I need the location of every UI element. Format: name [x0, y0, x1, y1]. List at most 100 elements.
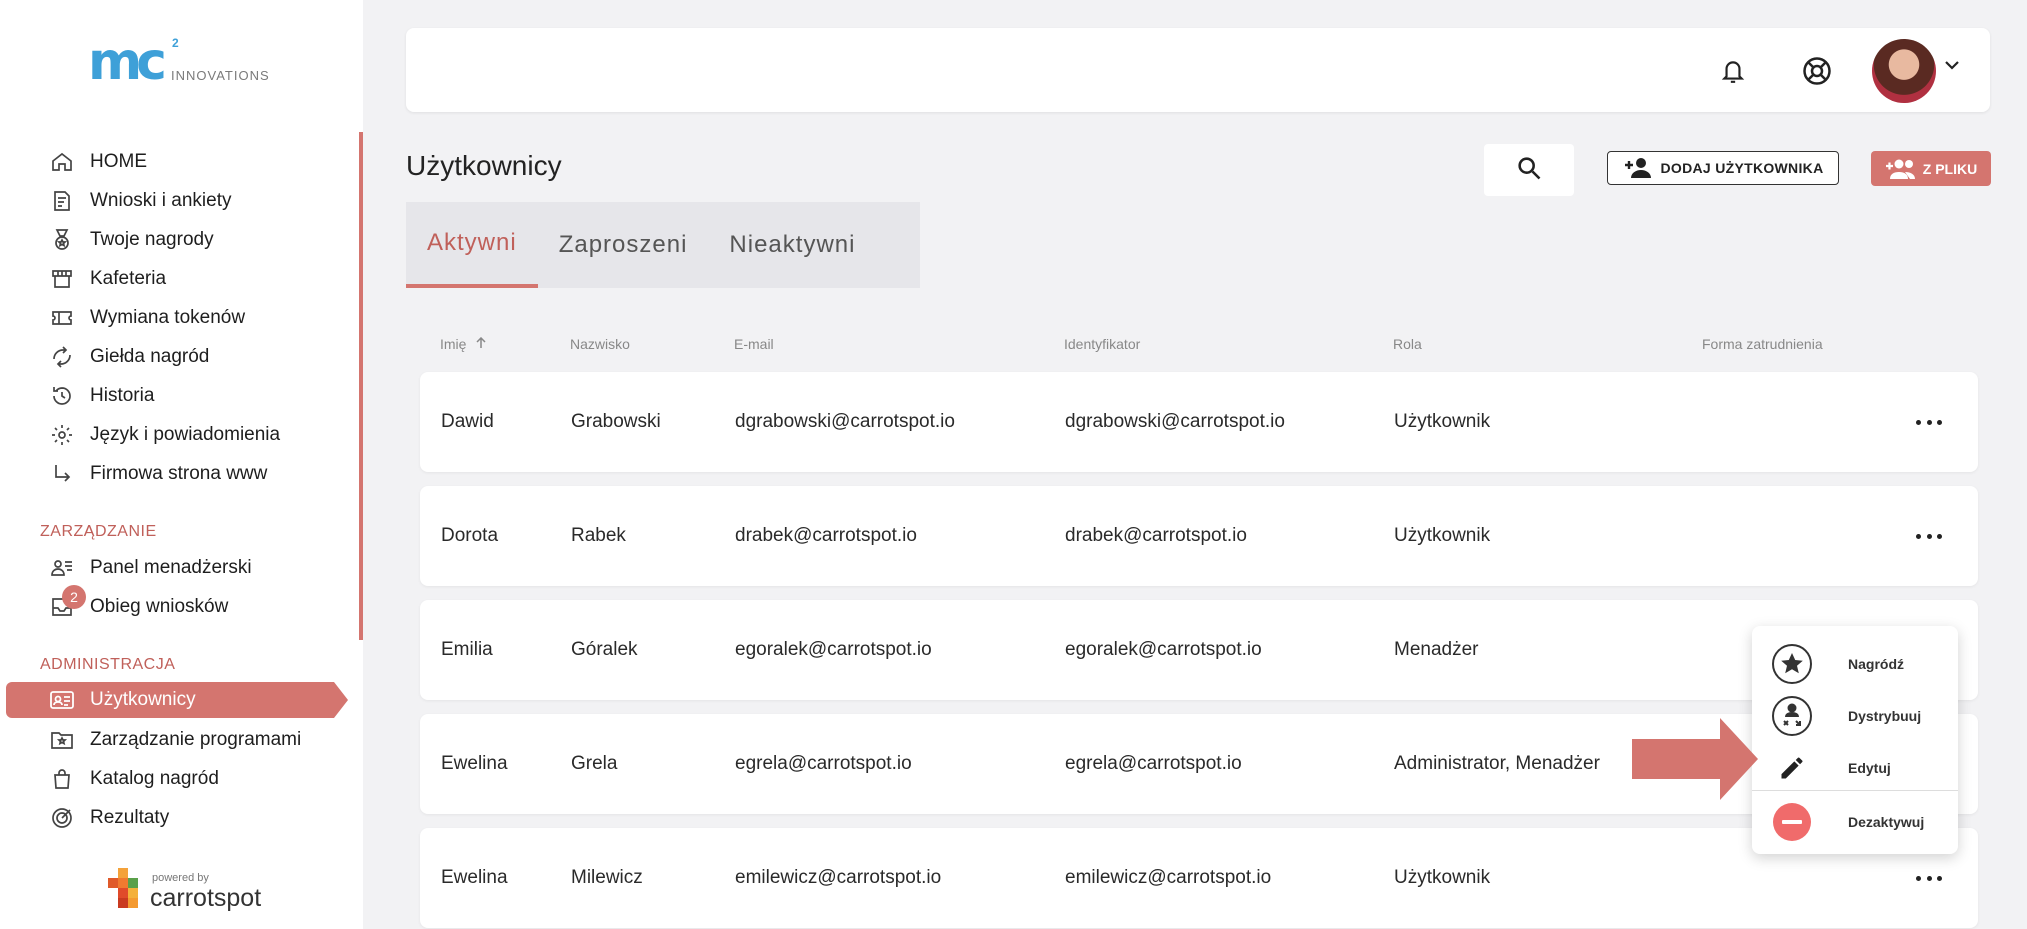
more-options-icon[interactable] — [1916, 868, 1942, 888]
menu-item-deactivate[interactable]: Dezaktywuj — [1752, 798, 1958, 846]
cell-identifier: egrela@carrotspot.io — [1065, 753, 1242, 774]
cell-email: drabek@carrotspot.io — [735, 525, 917, 546]
cell-role: Menadżer — [1394, 639, 1479, 660]
sidebar-item-label: Rezultaty — [90, 807, 170, 828]
user-avatar[interactable] — [1872, 39, 1936, 103]
sidebar-item-label: Użytkownicy — [90, 689, 196, 710]
form-icon — [48, 187, 76, 215]
cell-first-name: Emilia — [441, 639, 493, 660]
tab-invited[interactable]: Zaproszeni — [538, 202, 709, 288]
manager-icon — [48, 554, 76, 582]
more-options-icon[interactable] — [1916, 526, 1942, 546]
menu-divider — [1752, 790, 1958, 791]
column-header-employment[interactable]: Forma zatrudnienia — [1702, 336, 1823, 352]
sidebar-item-label: Historia — [90, 385, 155, 406]
company-logo[interactable]: mc 2 INNOVATIONS — [88, 34, 288, 90]
exchange-icon — [48, 343, 76, 371]
cell-identifier: dgrabowski@carrotspot.io — [1065, 411, 1285, 432]
sidebar-item-label: Wymiana tokenów — [90, 307, 246, 328]
page-title: Użytkownicy — [406, 150, 562, 181]
cell-first-name: Dorota — [441, 525, 499, 546]
cell-last-name: Milewicz — [571, 867, 643, 888]
medal-icon — [48, 226, 76, 254]
sidebar-item-label: Zarządzanie programami — [90, 729, 302, 750]
menu-item-edit[interactable]: Edytuj — [1752, 744, 1958, 792]
return-arrow-icon — [48, 460, 76, 488]
more-options-icon[interactable] — [1916, 412, 1942, 432]
tab-inactive[interactable]: Nieaktywni — [708, 202, 876, 288]
column-header-email[interactable]: E-mail — [734, 336, 774, 352]
sidebar-scrollbar[interactable] — [359, 132, 363, 640]
search-button[interactable] — [1484, 144, 1574, 196]
sidebar-item-cafeteria[interactable]: Kafeteria — [48, 264, 348, 294]
cell-last-name: Grabowski — [571, 411, 661, 432]
bell-icon[interactable] — [1716, 54, 1750, 88]
top-bar — [406, 28, 1990, 112]
add-group-icon — [1885, 159, 1915, 179]
notification-badge: 2 — [62, 585, 86, 609]
minus-circle-icon — [1770, 800, 1814, 844]
menu-item-label: Dystrybuuj — [1848, 708, 1922, 724]
sidebar-item-label: Firmowa strona www — [90, 463, 268, 484]
add-user-button[interactable]: DODAJ UŻYTKOWNIKA — [1607, 151, 1839, 185]
sidebar-item-users[interactable]: Użytkownicy — [6, 682, 348, 718]
powered-by-text: powered by — [152, 872, 209, 884]
sidebar-item-results[interactable]: Rezultaty — [48, 803, 348, 833]
sidebar: mc 2 INNOVATIONS HOME Wnioski i ankiety … — [0, 0, 363, 929]
home-icon — [48, 148, 76, 176]
column-header-role[interactable]: Rola — [1393, 336, 1422, 352]
cell-email: egrela@carrotspot.io — [735, 753, 912, 774]
powered-by-logo: powered by carrotspot — [104, 868, 264, 918]
menu-item-reward[interactable]: Nagródź — [1752, 640, 1958, 688]
help-lifebuoy-icon[interactable] — [1800, 54, 1834, 88]
sidebar-item-program-management[interactable]: Zarządzanie programami — [48, 725, 348, 755]
cell-identifier: egoralek@carrotspot.io — [1065, 639, 1262, 660]
annotation-arrow — [1632, 718, 1758, 805]
cell-last-name: Góralek — [571, 639, 638, 660]
folder-star-icon — [48, 726, 76, 754]
carrotspot-brand: carrotspot — [150, 884, 262, 912]
sidebar-item-reward-catalog[interactable]: Katalog nagród — [48, 764, 348, 794]
sidebar-item-label: Giełda nagród — [90, 346, 210, 367]
store-icon — [48, 265, 76, 293]
import-from-file-label: Z PLIKU — [1922, 160, 1978, 177]
import-from-file-button[interactable]: Z PLIKU — [1871, 151, 1991, 186]
search-icon — [1515, 154, 1543, 187]
table-row[interactable]: Dorota Rabek drabek@carrotspot.io drabek… — [420, 486, 1978, 586]
chevron-down-icon[interactable] — [1943, 58, 1961, 77]
cell-role: Użytkownik — [1394, 525, 1491, 546]
table-row[interactable]: Emilia Góralek egoralek@carrotspot.io eg… — [420, 600, 1978, 700]
cell-identifier: emilewicz@carrotspot.io — [1065, 867, 1272, 888]
sidebar-item-requests[interactable]: Wnioski i ankiety — [48, 186, 348, 216]
sidebar-item-reward-exchange[interactable]: Giełda nagród — [48, 342, 348, 372]
cell-role: Użytkownik — [1394, 411, 1491, 432]
sidebar-item-manager-panel[interactable]: Panel menadżerski — [48, 553, 348, 583]
table-row[interactable]: Ewelina Milewicz emilewicz@carrotspot.io… — [420, 828, 1978, 928]
sidebar-item-rewards[interactable]: Twoje nagrody — [48, 225, 348, 255]
column-header-first-name[interactable]: Imię — [440, 336, 488, 352]
id-card-icon — [48, 686, 76, 714]
cell-role: Użytkownik — [1394, 867, 1491, 888]
sidebar-item-request-flow[interactable]: Obieg wniosków — [48, 592, 348, 622]
column-header-last-name[interactable]: Nazwisko — [570, 336, 630, 352]
sidebar-item-label: Twoje nagrody — [90, 229, 214, 250]
sidebar-item-language[interactable]: Język i powiadomienia — [48, 420, 348, 450]
sidebar-item-history[interactable]: Historia — [48, 381, 348, 411]
tab-active[interactable]: Aktywni — [406, 202, 538, 288]
sidebar-item-home[interactable]: HOME — [48, 147, 348, 177]
add-user-label: DODAJ UŻYTKOWNIKA — [1660, 160, 1824, 176]
add-person-icon — [1624, 158, 1651, 178]
cell-last-name: Grela — [571, 753, 618, 774]
sidebar-item-company-website[interactable]: Firmowa strona www — [48, 459, 348, 489]
logo-mark: mc — [88, 32, 167, 92]
column-header-identifier[interactable]: Identyfikator — [1064, 336, 1140, 352]
sidebar-item-token-exchange[interactable]: Wymiana tokenów — [48, 303, 348, 333]
distribute-icon — [1770, 694, 1814, 738]
table-row[interactable]: Dawid Grabowski dgrabowski@carrotspot.io… — [420, 372, 1978, 472]
cell-last-name: Rabek — [571, 525, 626, 546]
sidebar-item-label: Obieg wniosków — [90, 596, 229, 617]
menu-item-label: Nagródź — [1848, 656, 1904, 672]
sidebar-item-label: Kafeteria — [90, 268, 167, 289]
row-context-menu: Nagródź Dystrybuuj Edytuj Dezaktywuj — [1752, 626, 1958, 854]
menu-item-distribute[interactable]: Dystrybuuj — [1752, 692, 1958, 740]
